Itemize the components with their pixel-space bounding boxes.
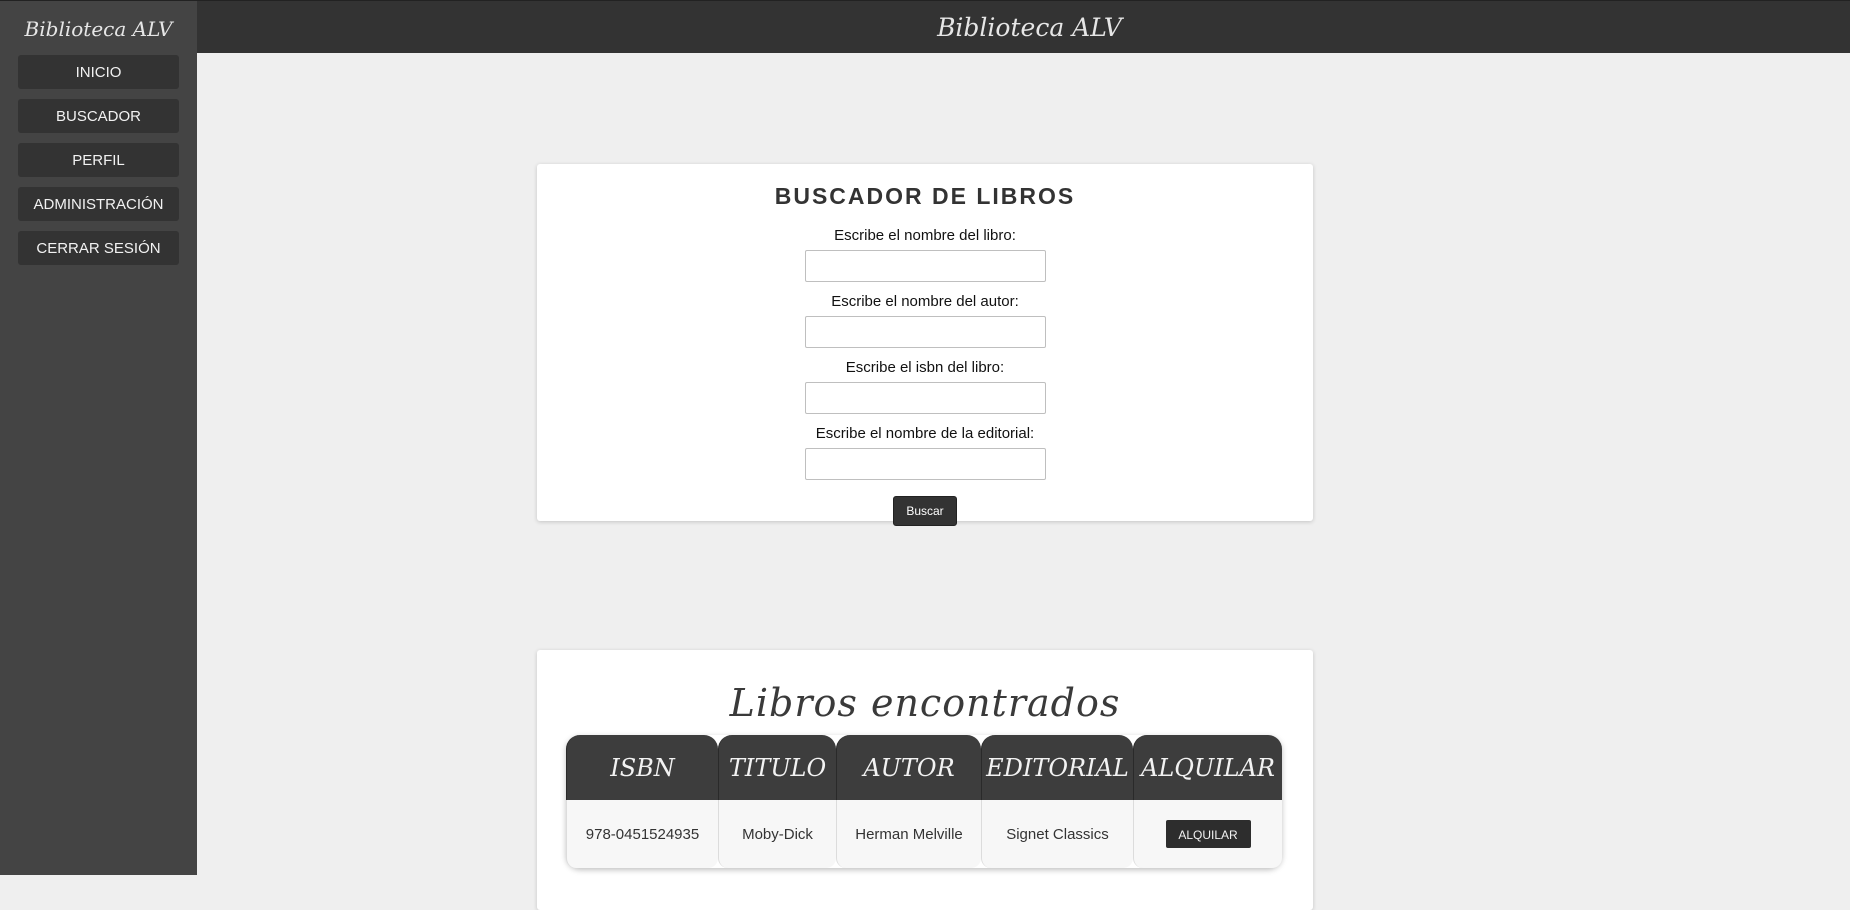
table-row: 978-0451524935 Moby-Dick Herman Melville… [566, 800, 1282, 868]
cell-alquilar: ALQUILAR [1133, 800, 1282, 868]
cell-isbn: 978-0451524935 [566, 800, 718, 868]
publisher-input[interactable] [804, 448, 1046, 480]
cell-autor: Herman Melville [836, 800, 981, 868]
search-title: BUSCADOR DE LIBROS [774, 183, 1076, 209]
sidebar-item-inicio[interactable]: INICIO [18, 55, 179, 89]
isbn-field-group: Escribe el isbn del libro: [537, 359, 1313, 414]
book-search-card: BUSCADOR DE LIBROS Escribe el nombre del… [537, 164, 1313, 526]
search-button[interactable]: Buscar [893, 496, 957, 526]
publisher-label: Escribe el nombre de la editorial: [815, 425, 1035, 442]
sidebar-item-cerrar-sesion[interactable]: CERRAR SESIÓN [18, 231, 179, 265]
results-title: Libros encontrados [729, 681, 1121, 725]
cell-editorial: Signet Classics [981, 800, 1133, 868]
sidebar-item-buscador[interactable]: BUSCADOR [18, 99, 179, 133]
sidebar-brand-logo[interactable]: Biblioteca ALV [0, 1, 197, 57]
isbn-label: Escribe el isbn del libro: [845, 359, 1005, 376]
column-header-alquilar: ALQUILAR [1133, 735, 1282, 800]
top-header: Biblioteca ALV [197, 0, 1850, 53]
author-name-input[interactable] [804, 316, 1046, 348]
column-header-isbn: ISBN [566, 735, 718, 800]
book-name-label: Escribe el nombre del libro: [834, 227, 1016, 244]
column-header-editorial: EDITORIAL [981, 735, 1133, 800]
rent-button[interactable]: ALQUILAR [1165, 820, 1251, 848]
book-name-input[interactable] [804, 250, 1046, 282]
isbn-input[interactable] [804, 382, 1046, 414]
cell-titulo: Moby-Dick [718, 800, 836, 868]
sidebar-item-perfil[interactable]: PERFIL [18, 143, 179, 177]
publisher-field-group: Escribe el nombre de la editorial: [537, 425, 1313, 480]
book-name-field-group: Escribe el nombre del libro: [537, 227, 1313, 282]
sidebar: Biblioteca ALV INICIO BUSCADOR PERFIL AD… [0, 0, 197, 875]
author-name-field-group: Escribe el nombre del autor: [537, 293, 1313, 348]
results-card: Libros encontrados ISBN TITULO AUTOR EDI… [537, 650, 1313, 910]
sidebar-nav: INICIO BUSCADOR PERFIL ADMINISTRACIÓN CE… [0, 55, 197, 265]
table-header-row: ISBN TITULO AUTOR EDITORIAL ALQUILAR [566, 735, 1282, 800]
sidebar-item-administracion[interactable]: ADMINISTRACIÓN [18, 187, 179, 221]
column-header-autor: AUTOR [836, 735, 981, 800]
column-header-titulo: TITULO [718, 735, 836, 800]
header-title: Biblioteca ALV [937, 12, 1122, 42]
results-table: ISBN TITULO AUTOR EDITORIAL ALQUILAR 978… [566, 735, 1282, 868]
author-name-label: Escribe el nombre del autor: [831, 293, 1019, 310]
